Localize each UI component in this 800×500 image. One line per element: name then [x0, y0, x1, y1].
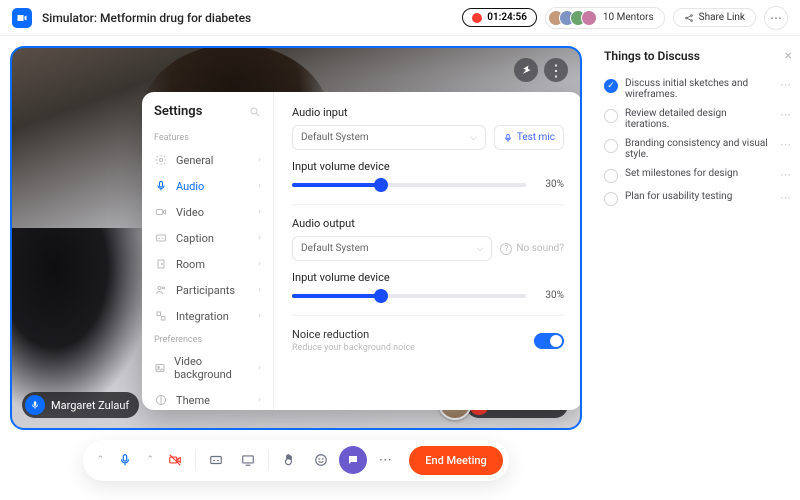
settings-item-video-bg[interactable]: Video background›	[142, 349, 273, 387]
control-dock: ⌃ ⌃ ⋯ End Meeting	[83, 440, 509, 481]
chevron-down-icon: ⌵	[470, 133, 477, 143]
emoji-button[interactable]	[307, 446, 335, 474]
caption-button[interactable]	[202, 446, 230, 474]
camera-toggle-button[interactable]	[161, 446, 189, 474]
share-link-button[interactable]: Share Link	[673, 8, 756, 27]
mic-icon	[154, 179, 168, 193]
settings-item-theme[interactable]: Theme›	[142, 387, 273, 410]
settings-item-video[interactable]: Video›	[142, 199, 273, 225]
settings-modal: Settings Features General› Audio› Video›…	[142, 92, 582, 410]
image-icon	[154, 361, 166, 375]
checkbox-icon[interactable]	[604, 139, 618, 153]
discuss-item[interactable]: Discuss initial sketches and wireframes.…	[604, 74, 792, 104]
test-mic-button[interactable]: Test mic	[494, 125, 564, 150]
input-volume-label: Input volume device	[292, 160, 564, 173]
participant-name-main: Margaret Zulauf	[51, 399, 129, 412]
item-more-button[interactable]: ⋯	[780, 191, 792, 204]
door-icon	[154, 257, 168, 271]
video-options-button[interactable]: ⋮	[544, 58, 568, 82]
discuss-title: Things to Discuss	[604, 49, 700, 63]
dock-more-button[interactable]: ⋯	[371, 446, 399, 474]
settings-item-audio[interactable]: Audio›	[142, 173, 273, 199]
item-more-button[interactable]: ⋯	[780, 138, 792, 151]
page-title: Simulator: Metformin drug for diabetes	[42, 11, 251, 25]
noise-reduction-sublabel: Reduce your background noice	[292, 343, 534, 353]
app-logo[interactable]	[12, 8, 32, 28]
settings-content: Audio input Default System ⌵ Test mic In…	[274, 92, 582, 410]
plug-icon	[154, 309, 168, 323]
pin-button[interactable]	[514, 58, 538, 82]
camera-options-chevron[interactable]: ⌃	[143, 455, 157, 465]
chat-button[interactable]	[339, 446, 367, 474]
audio-output-label: Audio output	[292, 217, 564, 230]
discuss-item[interactable]: Branding consistency and visual style.⋯	[604, 134, 792, 164]
noise-reduction-label: Noice reduction	[292, 328, 534, 341]
settings-item-general[interactable]: General›	[142, 147, 273, 173]
settings-item-integration[interactable]: Integration›	[142, 303, 273, 329]
checkbox-checked-icon[interactable]	[604, 79, 618, 93]
main-video-frame: ⋮ Settings Features General› A	[10, 46, 582, 430]
audio-output-select[interactable]: Default System ⌵	[292, 236, 492, 261]
mic-on-icon	[25, 395, 45, 415]
input-volume-value: 30%	[536, 179, 564, 190]
settings-item-participants[interactable]: Participants›	[142, 277, 273, 303]
settings-item-room[interactable]: Room›	[142, 251, 273, 277]
noise-reduction-toggle[interactable]	[534, 333, 564, 349]
record-icon	[472, 13, 482, 23]
output-volume-slider[interactable]	[292, 294, 526, 298]
output-volume-label: Input volume device	[292, 271, 564, 284]
output-volume-value: 30%	[536, 290, 564, 301]
discuss-item[interactable]: Plan for usability testing⋯	[604, 187, 792, 210]
mentors-label: 10 Mentors	[603, 12, 654, 23]
recording-timer[interactable]: 01:24:56	[462, 8, 537, 27]
no-sound-link[interactable]: ? No sound?	[500, 243, 564, 255]
settings-title: Settings	[154, 104, 202, 119]
timer-value: 01:24:56	[487, 12, 527, 23]
preferences-group-label: Preferences	[142, 329, 273, 349]
close-panel-button[interactable]: ×	[785, 48, 792, 64]
mic-options-chevron[interactable]: ⌃	[93, 455, 107, 465]
item-more-button[interactable]: ⋯	[780, 78, 792, 91]
audio-input-label: Audio input	[292, 106, 564, 119]
discuss-item[interactable]: Set milestones for design⋯	[604, 164, 792, 187]
checkbox-icon[interactable]	[604, 109, 618, 123]
chevron-down-icon: ⌵	[477, 244, 484, 254]
audio-input-select[interactable]: Default System ⌵	[292, 125, 486, 150]
mentor-avatars	[548, 10, 597, 26]
mentors-button[interactable]: 10 Mentors	[545, 7, 665, 29]
mic-toggle-button[interactable]	[111, 446, 139, 474]
discuss-item[interactable]: Review detailed design iterations.⋯	[604, 104, 792, 134]
participant-pill-main: Margaret Zulauf	[22, 392, 139, 418]
gear-icon	[154, 153, 168, 167]
users-icon	[154, 283, 168, 297]
input-volume-slider[interactable]	[292, 183, 526, 187]
share-screen-button[interactable]	[234, 446, 262, 474]
settings-search-icon[interactable]	[249, 106, 261, 118]
palette-icon	[154, 393, 168, 407]
raise-hand-button[interactable]	[275, 446, 303, 474]
settings-sidebar: Settings Features General› Audio› Video›…	[142, 92, 274, 410]
caption-icon	[154, 231, 168, 245]
end-meeting-button[interactable]: End Meeting	[409, 446, 503, 475]
item-more-button[interactable]: ⋯	[780, 108, 792, 121]
checkbox-icon[interactable]	[604, 192, 618, 206]
checkbox-icon[interactable]	[604, 169, 618, 183]
discuss-panel: Things to Discuss × Discuss initial sket…	[592, 36, 800, 500]
item-more-button[interactable]: ⋯	[780, 168, 792, 181]
settings-item-caption[interactable]: Caption›	[142, 225, 273, 251]
top-bar: Simulator: Metformin drug for diabetes 0…	[0, 0, 800, 36]
features-group-label: Features	[142, 127, 273, 147]
more-options-button[interactable]: ⋯	[764, 6, 788, 30]
camera-icon	[154, 205, 168, 219]
share-label: Share Link	[699, 12, 745, 23]
